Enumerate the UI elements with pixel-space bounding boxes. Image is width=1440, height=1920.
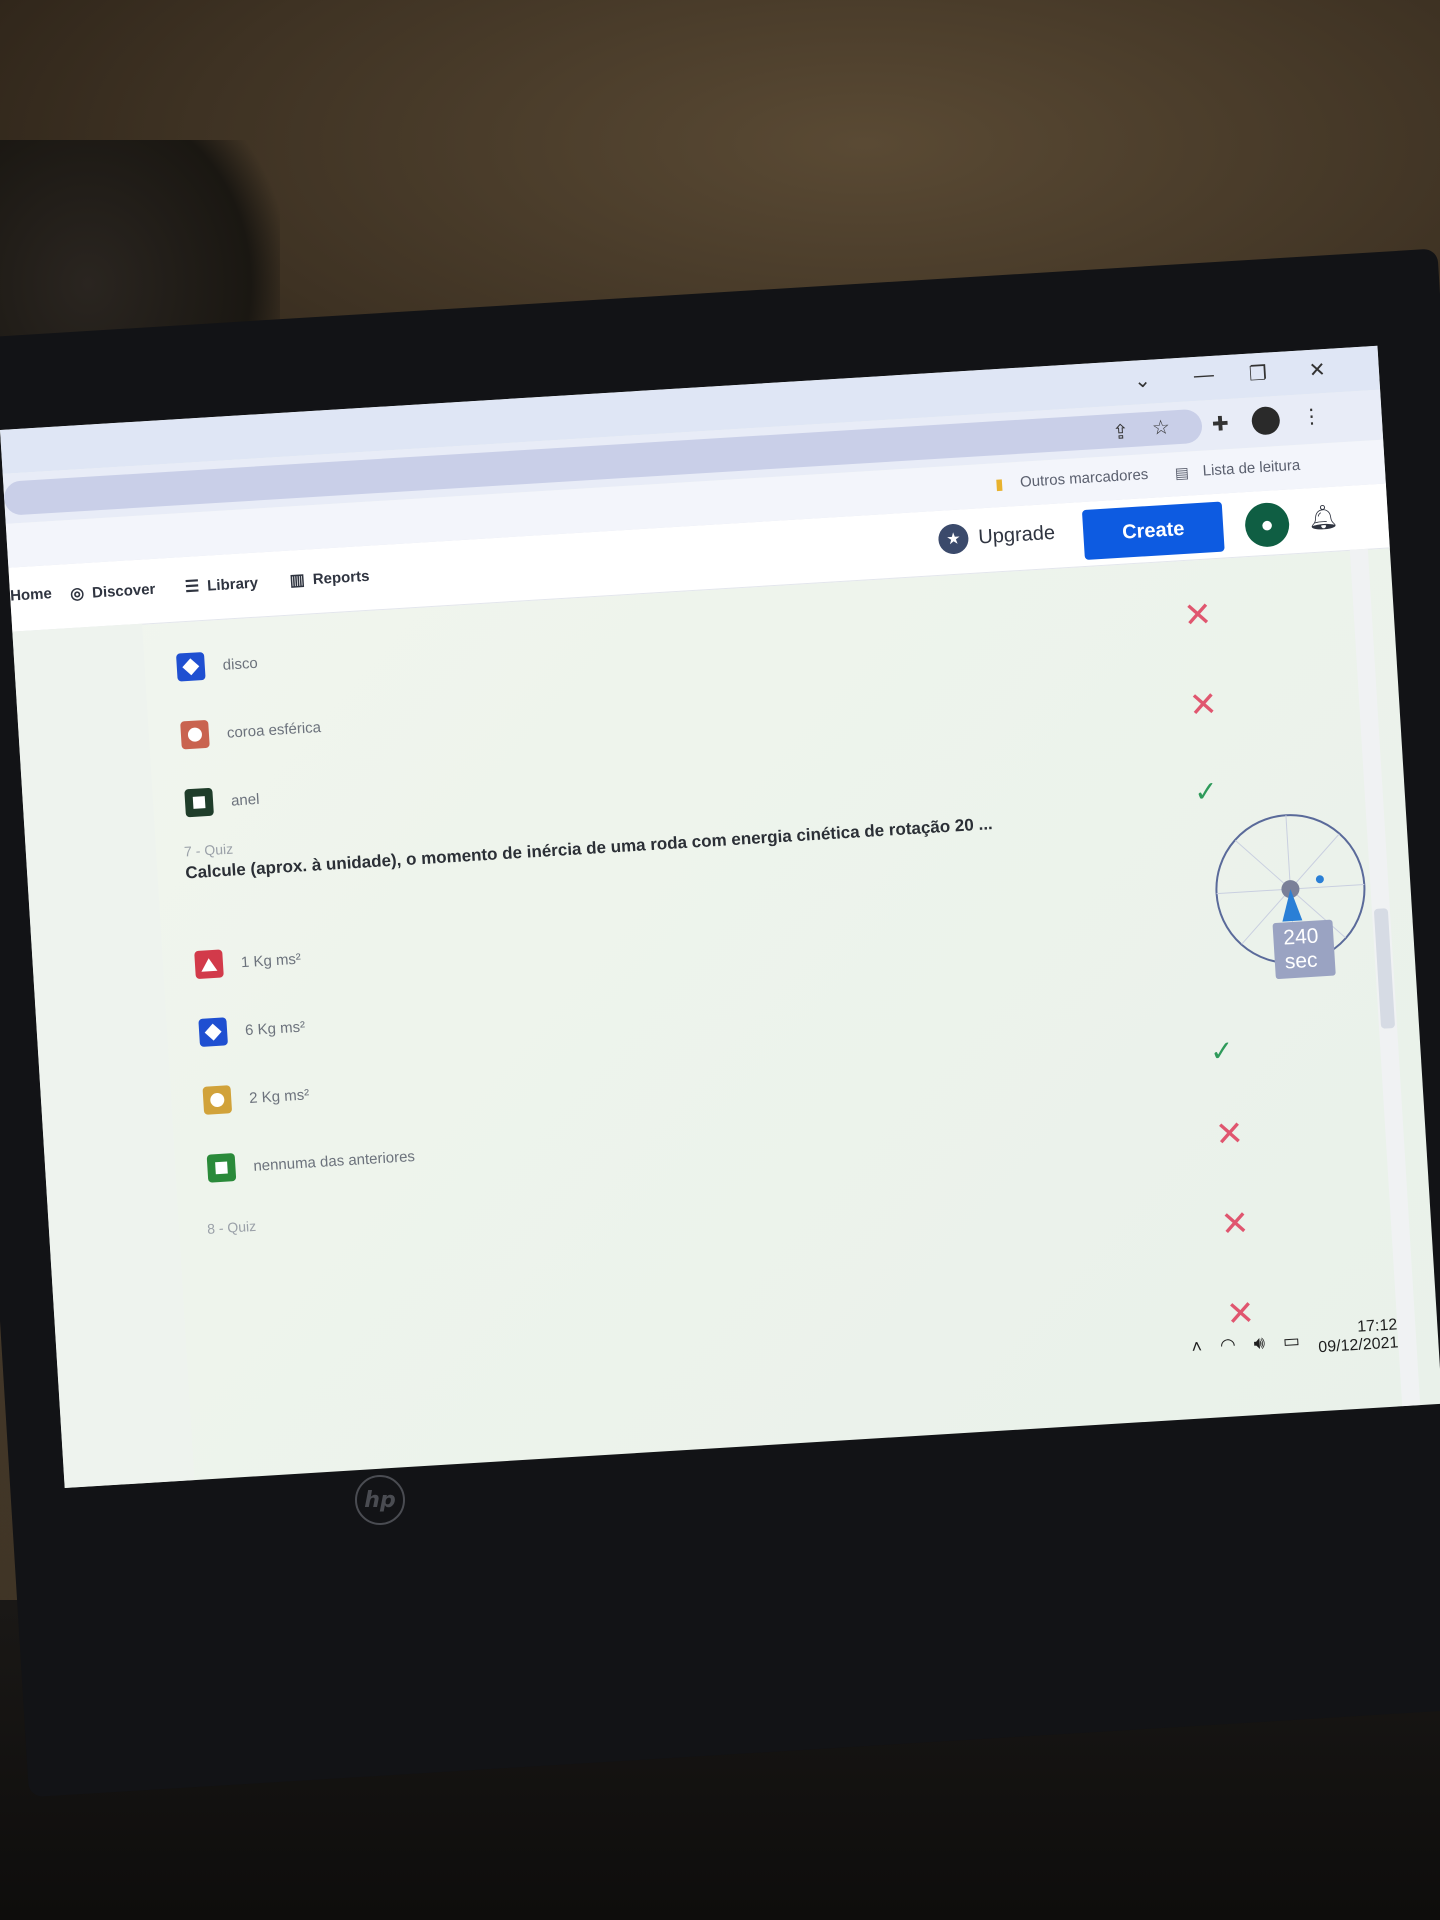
wrong-icon: ✕ <box>1182 595 1214 636</box>
user-icon: ● <box>1259 511 1275 538</box>
answer-label: 1 Kg ms² <box>240 950 302 971</box>
battery-icon[interactable]: ▭ <box>1282 1330 1300 1352</box>
square-icon <box>184 787 214 818</box>
answer-item: 2 Kg ms² <box>202 1080 310 1115</box>
correct-icon: ✓ <box>1193 775 1219 808</box>
upgrade-label: Upgrade <box>977 521 1056 548</box>
screen: ⌄ — ❐ ✕ ⇪ ☆ ✚ ⋮ ▮ Outros marcadores ▤ Li… <box>0 345 1440 1489</box>
nav-reports[interactable]: ▥ Reports <box>289 566 370 591</box>
minimize-icon[interactable]: — <box>1193 364 1214 388</box>
nav-home[interactable]: Home <box>10 585 53 605</box>
nav-home-label: Home <box>9 585 53 605</box>
volume-icon[interactable]: 🔊︎ <box>1253 1332 1266 1354</box>
answer-label: disco <box>222 654 259 674</box>
quiz-number-label: 7 - Quiz <box>183 840 234 860</box>
avatar[interactable]: ● <box>1243 501 1291 549</box>
answer-item: 6 Kg ms² <box>198 1013 306 1047</box>
wrong-icon: ✕ <box>1219 1204 1251 1244</box>
share-icon[interactable]: ⇪ <box>1111 419 1130 445</box>
timer-badge: 240 sec <box>1272 919 1336 980</box>
correct-icon: ✓ <box>1209 1034 1235 1068</box>
answer-item: coroa esférica <box>180 713 322 750</box>
hp-logo-icon: hp <box>355 1475 405 1525</box>
answer-label: nennuma das anteriores <box>252 1147 416 1175</box>
list-icon: ☰ <box>184 578 200 596</box>
square-icon <box>206 1153 237 1183</box>
circle-icon <box>202 1085 233 1115</box>
wrong-icon: ✕ <box>1187 685 1219 725</box>
answer-item: disco <box>175 649 259 682</box>
clock[interactable]: 17:12 09/12/2021 <box>1317 1316 1399 1357</box>
answer-label: 2 Kg ms² <box>248 1085 310 1107</box>
close-icon[interactable]: ✕ <box>1308 357 1326 383</box>
nav-library-label: Library <box>206 574 259 595</box>
compass-icon: ◎ <box>69 585 85 604</box>
nav-reports-label: Reports <box>312 567 370 588</box>
create-button[interactable]: Create <box>1081 501 1225 561</box>
answer-label: coroa esférica <box>226 718 322 742</box>
reading-list[interactable]: Lista de leitura <box>1202 457 1300 480</box>
answer-label: 6 Kg ms² <box>244 1018 306 1039</box>
triangle-icon <box>194 949 224 980</box>
reading-list-icon: ▤ <box>1174 464 1190 483</box>
nav-library[interactable]: ☰ Library <box>184 573 258 597</box>
nav-discover-label: Discover <box>91 580 156 602</box>
folder-icon: ▮ <box>994 475 1004 494</box>
circle-icon <box>180 719 210 750</box>
answer-item: 1 Kg ms² <box>194 945 302 980</box>
upgrade-button[interactable]: ★ Upgrade <box>937 518 1056 555</box>
star-badge-icon: ★ <box>937 523 970 555</box>
profile-icon[interactable] <box>1250 405 1281 436</box>
star-icon[interactable]: ☆ <box>1151 415 1170 441</box>
answer-item: anel <box>184 785 260 818</box>
extensions-icon[interactable]: ✚ <box>1211 411 1229 437</box>
answer-label: anel <box>230 790 260 810</box>
wrong-icon: ✕ <box>1214 1114 1245 1155</box>
menu-kebab-icon[interactable]: ⋮ <box>1301 403 1322 429</box>
chevron-up-icon[interactable]: ˄ <box>1191 1336 1203 1358</box>
diamond-icon <box>175 651 206 682</box>
chevron-down-icon[interactable]: ⌄ <box>1133 368 1151 394</box>
quiz-number-label: 8 - Quiz <box>206 1217 257 1237</box>
nav-discover[interactable]: ◎ Discover <box>70 579 156 604</box>
bookmark-other[interactable]: Outros marcadores <box>1020 466 1149 491</box>
answer-item: nennuma das anteriores <box>206 1142 416 1183</box>
restore-icon[interactable]: ❐ <box>1248 361 1267 387</box>
wifi-icon[interactable]: ◠ <box>1219 1334 1236 1356</box>
bar-chart-icon: ▥ <box>289 571 306 590</box>
diamond-icon <box>198 1017 228 1047</box>
question-text[interactable]: Calcule (aprox. à unidade), o momento de… <box>185 814 993 883</box>
question-card: disco coroa esférica anel 7 - Quiz Calcu… <box>152 552 1366 1479</box>
bell-icon[interactable]: 🔔︎ <box>1307 502 1339 533</box>
